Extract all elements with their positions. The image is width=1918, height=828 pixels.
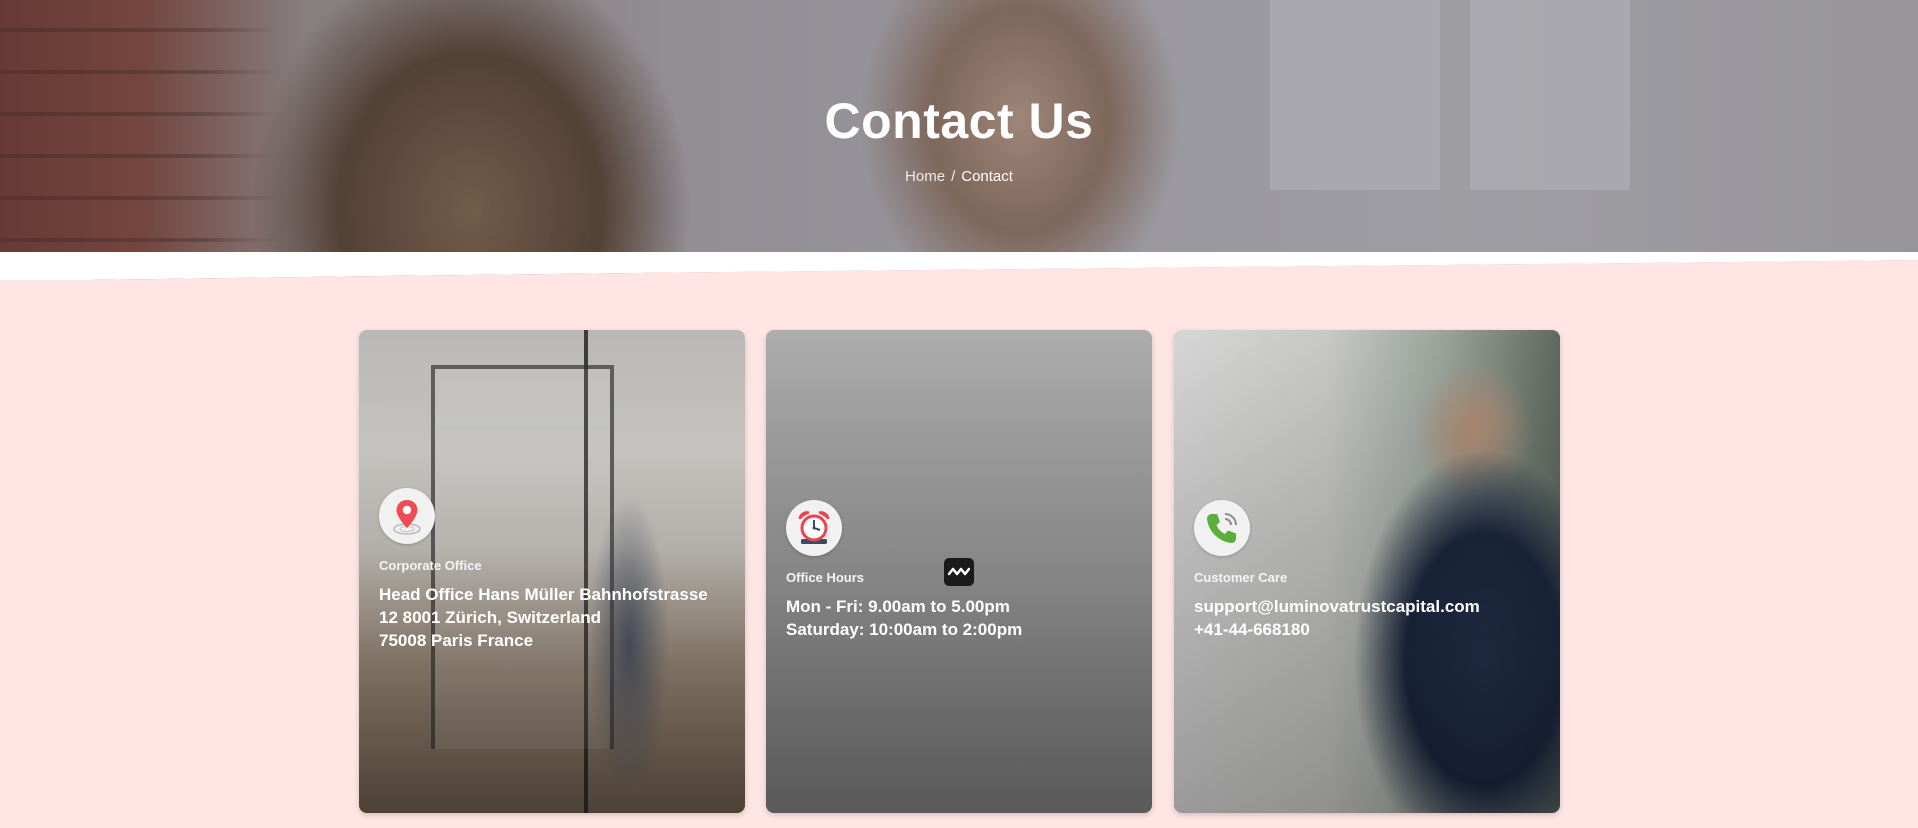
address-line: 12 8001 Zürich, Switzerland xyxy=(379,608,602,627)
corporate-office-card: Corporate Office Head Office Hans Müller… xyxy=(359,330,745,813)
page-hero: Contact Us Home / Contact xyxy=(0,0,1918,280)
phone-icon xyxy=(1194,500,1250,556)
address-line: 75008 Paris France xyxy=(379,631,534,650)
customer-care-card: Customer Care support@luminovatrustcapit… xyxy=(1174,330,1560,813)
map-pin-icon xyxy=(379,488,435,544)
support-email-link[interactable]: support@luminovatrustcapital.com xyxy=(1194,595,1544,618)
hero-wave-divider xyxy=(0,252,1918,280)
breadcrumb-current: Contact xyxy=(961,168,1013,185)
hours-line: Saturday: 10:00am to 2:00pm xyxy=(786,620,1023,639)
card-content: Corporate Office Head Office Hans Müller… xyxy=(379,488,729,652)
breadcrumb-home-link[interactable]: Home xyxy=(905,168,945,185)
breadcrumb-separator: / xyxy=(951,168,956,185)
hours-line: Mon - Fri: 9.00am to 5.00pm xyxy=(786,597,1010,616)
chat-widget-button[interactable] xyxy=(944,558,974,586)
chat-widget-icon xyxy=(948,567,970,576)
breadcrumb: Home / Contact xyxy=(0,168,1918,185)
card-label: Corporate Office xyxy=(379,558,482,573)
address-line: Head Office Hans Müller Bahnhofstrasse xyxy=(379,585,708,604)
alarm-clock-icon xyxy=(786,500,842,556)
card-content: Customer Care support@luminovatrustcapit… xyxy=(1194,500,1544,641)
support-phone-link[interactable]: +41-44-668180 xyxy=(1194,618,1544,641)
page-title: Contact Us xyxy=(824,93,1094,149)
card-label: Customer Care xyxy=(1194,570,1288,585)
